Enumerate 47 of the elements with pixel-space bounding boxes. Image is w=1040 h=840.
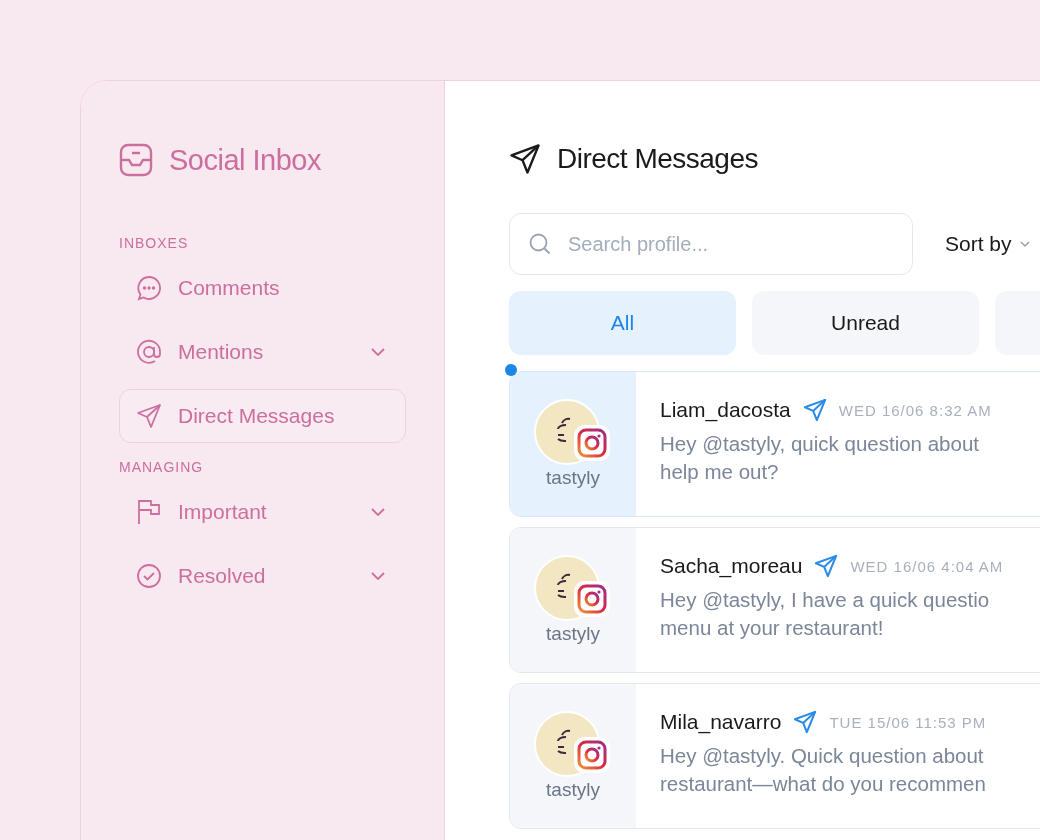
check-circle-icon bbox=[136, 563, 162, 589]
sender-name: Liam_dacosta bbox=[660, 398, 791, 422]
message-preview: restaurant—what do you recommen bbox=[660, 771, 987, 797]
paper-plane-icon bbox=[509, 143, 541, 175]
inbox-icon bbox=[119, 143, 153, 177]
message-time: WED 16/06 4:04 AM bbox=[850, 557, 1004, 575]
chevron-down-icon[interactable] bbox=[371, 348, 385, 356]
chat-bubble-icon bbox=[136, 275, 162, 301]
account-name: tastyly bbox=[546, 779, 600, 801]
paper-plane-icon bbox=[136, 403, 162, 429]
paper-plane-icon bbox=[793, 710, 818, 734]
chevron-down-icon bbox=[1019, 241, 1030, 247]
message-preview: help me out? bbox=[660, 459, 780, 485]
filter-tab[interactable]: All bbox=[509, 291, 736, 355]
message-time: TUE 15/06 11:53 PM bbox=[829, 713, 987, 731]
paper-plane-icon bbox=[814, 554, 839, 578]
message-time: WED 16/06 8:32 AM bbox=[838, 401, 992, 419]
chevron-down-icon[interactable] bbox=[371, 508, 385, 516]
nav-item[interactable]: Important bbox=[119, 485, 406, 539]
message-preview: Hey @tastyly, quick question about bbox=[660, 431, 980, 457]
search-icon bbox=[528, 232, 552, 256]
nav-item[interactable]: Direct Messages bbox=[119, 389, 406, 443]
search-field[interactable]: Search profile... bbox=[509, 213, 913, 275]
message-preview: Hey @tastyly, I have a quick questio bbox=[660, 587, 991, 613]
page-title: Direct Messages bbox=[557, 143, 758, 175]
sender-name: Sacha_moreau bbox=[660, 554, 803, 578]
account-name: tastyly bbox=[546, 623, 600, 645]
at-sign-icon bbox=[136, 339, 162, 365]
section-heading: INBOXES bbox=[119, 235, 190, 251]
filter-tab[interactable]: Unread bbox=[752, 291, 979, 355]
account-name: tastyly bbox=[546, 467, 600, 489]
message-card[interactable]: tastyly Liam_dacosta WED 16/06 8:32 AM Hey @tastyly, quick question about help me out? bbox=[509, 371, 1040, 517]
sender-name: Mila_navarro bbox=[660, 710, 782, 734]
section-heading: MANAGING bbox=[119, 459, 205, 475]
nav-item[interactable]: Mentions bbox=[119, 325, 406, 379]
nav-item[interactable]: Comments bbox=[119, 261, 406, 315]
message-card[interactable]: tastyly Mila_navarro TUE 15/06 11:53 PM Hey @tastyly. Quick question about restaurant—what do you recommen bbox=[509, 683, 1040, 829]
message-preview: menu at your restaurant! bbox=[660, 615, 885, 641]
nav-item[interactable]: Resolved bbox=[119, 549, 406, 603]
sort-dropdown[interactable]: Sort by bbox=[945, 232, 1030, 256]
chevron-down-icon[interactable] bbox=[371, 572, 385, 580]
message-preview: Hey @tastyly. Quick question about bbox=[660, 743, 985, 769]
message-card[interactable]: tastyly Sacha_moreau WED 16/06 4:04 AM Hey @tastyly, I have a quick questio menu at your restaurant! bbox=[509, 527, 1040, 673]
paper-plane-icon bbox=[802, 398, 827, 422]
app-title: Social Inbox bbox=[169, 143, 321, 177]
unread-dot bbox=[505, 364, 517, 376]
flag-icon bbox=[136, 499, 162, 525]
